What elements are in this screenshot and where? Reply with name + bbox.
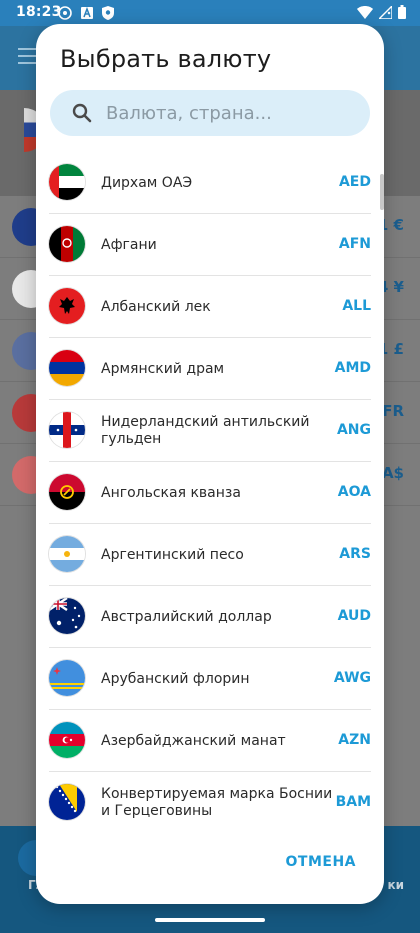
australia-flag-icon: [49, 598, 85, 634]
currency-name: Арубанский флорин: [101, 670, 250, 687]
currency-item-amd[interactable]: Армянский драм AMD: [36, 338, 384, 400]
currency-code: AUD: [337, 608, 371, 624]
currency-item-afn[interactable]: Афгани AFN: [36, 214, 384, 276]
search-input[interactable]: [106, 90, 356, 136]
wifi-icon: [357, 5, 373, 19]
currency-item-aoa[interactable]: Ангольская кванза AOA: [36, 462, 384, 524]
sync-icon: [58, 6, 72, 20]
currency-name: Нидерландский антильский гульден: [101, 414, 310, 447]
menu-icon: [18, 48, 38, 64]
currency-name: Австралийский доллар: [101, 608, 272, 625]
currency-item-ang[interactable]: Нидерландский антильский гульден ANG: [36, 400, 384, 462]
currency-code: ARS: [339, 546, 371, 562]
search-icon: [72, 103, 92, 123]
netherlands-antilles-flag-icon: [49, 412, 85, 448]
currency-item-aed[interactable]: Дирхам ОАЭ AED: [36, 152, 384, 214]
status-time: 18:23: [16, 4, 62, 20]
currency-item-awg[interactable]: Арубанский флорин AWG: [36, 648, 384, 710]
currency-code: AOA: [337, 484, 371, 500]
armenia-flag-icon: [49, 350, 85, 386]
currency-code: AWG: [333, 670, 371, 686]
currency-code: ALL: [342, 298, 371, 314]
dialog-title: Выбрать валюту: [60, 45, 272, 73]
currency-code: AMD: [334, 360, 371, 376]
azerbaijan-flag-icon: [49, 722, 85, 758]
currency-item-ars[interactable]: Аргентинский песо ARS: [36, 524, 384, 586]
search-box[interactable]: [50, 90, 370, 136]
bosnia-flag-icon: [49, 784, 85, 820]
currency-name: Армянский драм: [101, 360, 225, 377]
list-scrollbar[interactable]: [380, 174, 384, 210]
background-value: A$: [381, 464, 404, 482]
status-bar: 18:23: [0, 0, 420, 26]
currency-code: AZN: [338, 732, 371, 748]
albania-flag-icon: [49, 288, 85, 324]
currency-item-aud[interactable]: Австралийский доллар AUD: [36, 586, 384, 648]
argentina-flag-icon: [49, 536, 85, 572]
background-value: FR: [382, 402, 404, 420]
signal-icon: [379, 5, 392, 19]
currency-name: Дирхам ОАЭ: [101, 174, 193, 191]
system-icons: [357, 5, 406, 19]
currency-code: BAM: [335, 794, 371, 810]
currency-code: AED: [338, 174, 371, 190]
currency-name: Аргентинский песо: [101, 546, 244, 563]
gesture-nav-handle[interactable]: [155, 918, 265, 922]
aruba-flag-icon: [49, 660, 85, 696]
app-a-icon: [81, 6, 93, 19]
currency-item-bam[interactable]: Конвертируемая марка Боснии и Герцеговин…: [36, 772, 384, 828]
currency-picker-dialog: Выбрать валюту Дирхам ОАЭ AED Афгани AFN: [36, 24, 384, 904]
currency-name: Ангольская кванза: [101, 484, 241, 501]
currency-name: Албанский лек: [101, 298, 211, 315]
cancel-button[interactable]: ОТМЕНА: [286, 854, 357, 870]
currency-list[interactable]: Дирхам ОАЭ AED Афгани AFN Албанский лек …: [36, 152, 384, 828]
angola-flag-icon: [49, 474, 85, 510]
battery-icon: [398, 5, 406, 19]
currency-item-azn[interactable]: Азербайджанский манат AZN: [36, 710, 384, 772]
currency-name: Азербайджанский манат: [101, 732, 286, 749]
currency-name: Конвертируемая марка Боснии и Герцеговин…: [101, 786, 333, 819]
shield-icon: [102, 6, 114, 20]
afghanistan-flag-icon: [49, 226, 85, 262]
currency-item-all[interactable]: Албанский лек ALL: [36, 276, 384, 338]
currency-name: Афгани: [101, 236, 157, 253]
currency-code: ANG: [336, 422, 371, 438]
background-nav-right-label: ки: [387, 878, 404, 892]
currency-code: AFN: [338, 236, 371, 252]
notification-icons: [58, 6, 114, 20]
uae-flag-icon: [49, 164, 85, 200]
